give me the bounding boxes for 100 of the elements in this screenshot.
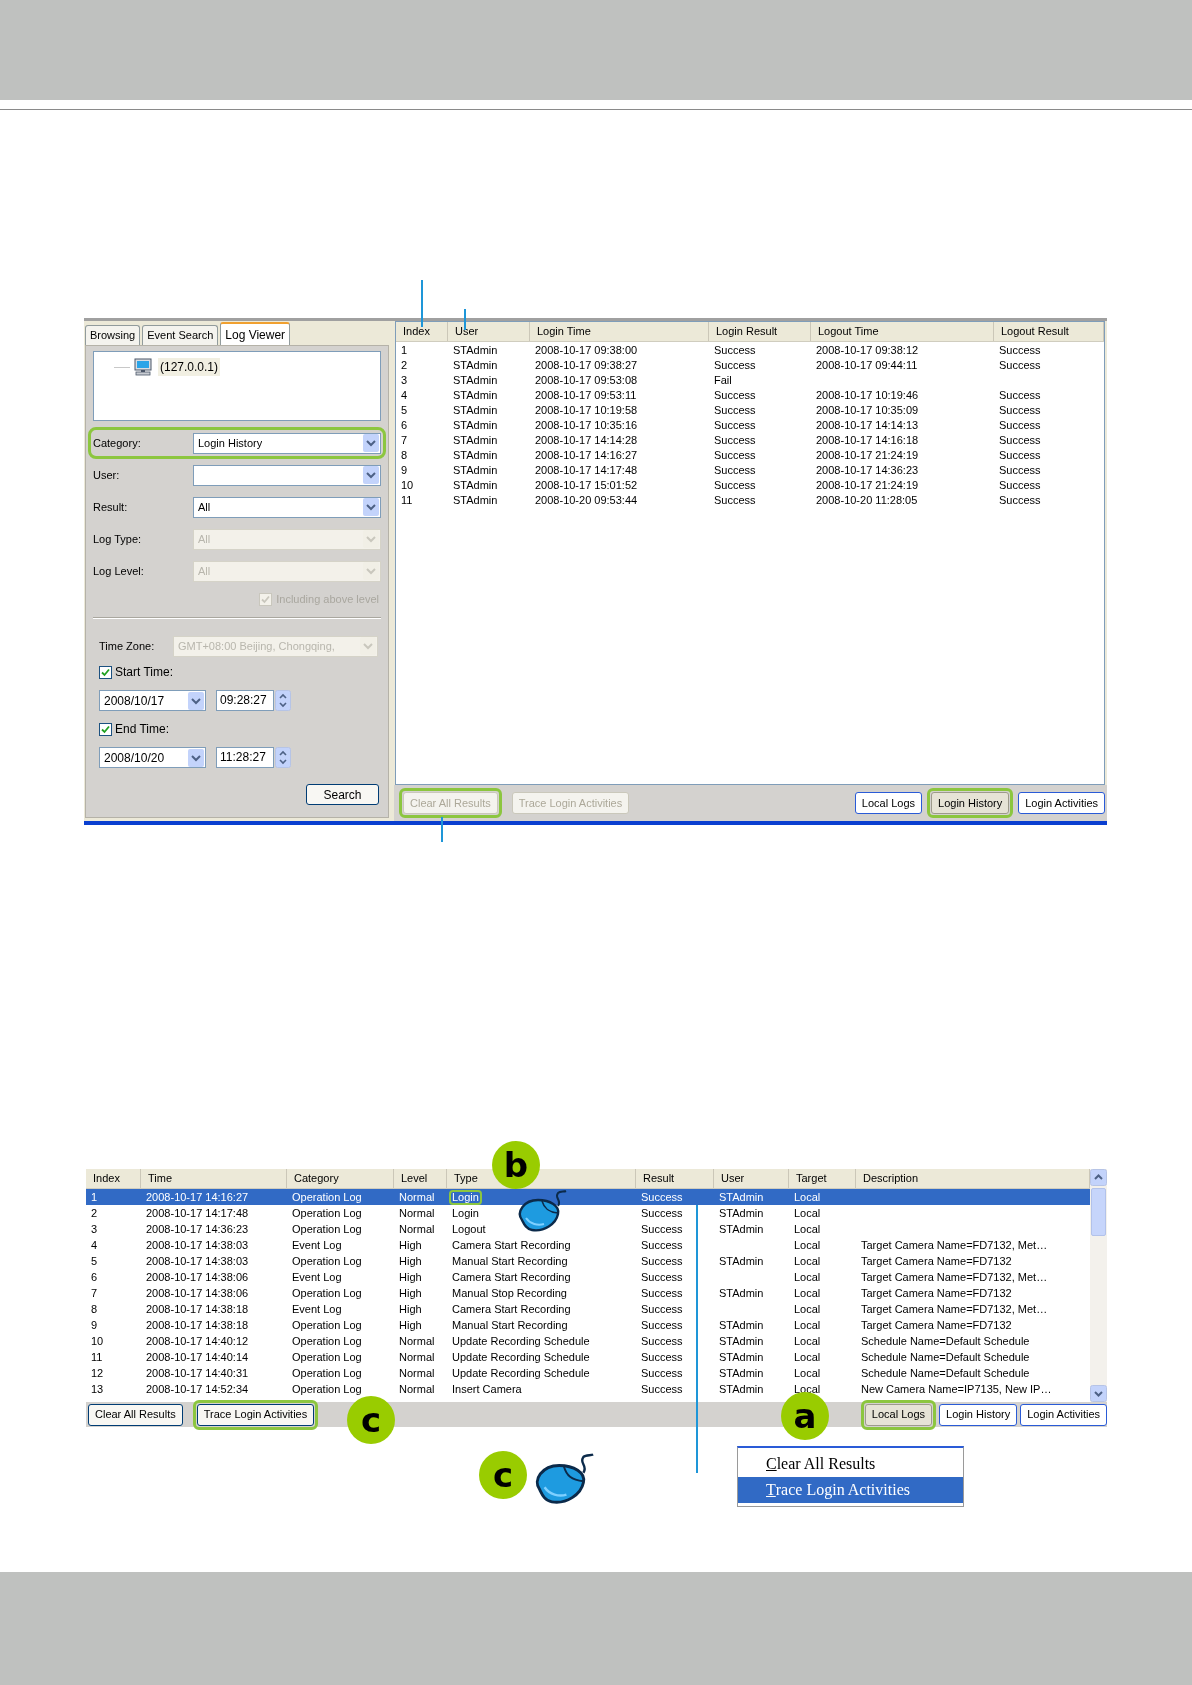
table-cell: Normal xyxy=(399,1335,435,1347)
dropdown[interactable]: 2008/10/20 xyxy=(99,747,206,768)
table-row[interactable]: 12 2008-10-17 14:40:31 Operation Log Normal Update Recording Schedule Success STAdmin Local Schedule Name=Default Schedule xyxy=(86,1365,1090,1381)
dropdown[interactable] xyxy=(193,464,381,486)
table-cell: 2008-10-17 14:16:18 xyxy=(816,433,919,446)
tree-item[interactable]: (127.0.0.1) xyxy=(158,358,221,376)
table-row[interactable]: 5 2008-10-17 14:38:03 Operation Log High Manual Start Recording Success STAdmin Local Target Camera Name=FD7132 xyxy=(86,1253,1090,1269)
table-cell: 5 xyxy=(401,403,408,416)
table-cell: Operation Log xyxy=(292,1335,362,1347)
view-button[interactable]: Local Logs xyxy=(864,1403,933,1426)
table-cell: Success xyxy=(641,1383,683,1395)
view-button[interactable]: Login History xyxy=(939,1403,1018,1426)
column-header[interactable]: Time xyxy=(141,1169,287,1188)
menu-item[interactable]: Trace Login Activities xyxy=(738,1477,963,1503)
table-cell: 3 xyxy=(91,1223,98,1235)
scroll-up-icon xyxy=(1090,1169,1107,1186)
table-cell: Success xyxy=(714,388,756,401)
table-cell: STAdmin xyxy=(453,433,498,446)
table-row[interactable]: 4 2008-10-17 14:38:03 Event Log High Camera Start Recording Success Local Target Camera Name=FD7132, Met… xyxy=(86,1237,1090,1253)
table-cell: 8 xyxy=(91,1303,98,1315)
time-field[interactable]: 09:28:27 xyxy=(216,690,274,711)
table-cell: STAdmin xyxy=(453,478,498,491)
scroll-thumb[interactable] xyxy=(1091,1188,1106,1236)
search-button[interactable]: Search xyxy=(306,784,379,805)
table-cell: High xyxy=(399,1319,422,1331)
table-cell: Success xyxy=(641,1207,683,1219)
table-cell: Manual Stop Recording xyxy=(452,1287,567,1299)
table-cell: 2008-10-17 10:19:46 xyxy=(816,388,919,401)
column-header[interactable]: Logout Time xyxy=(811,322,994,341)
column-header[interactable]: Index xyxy=(86,1169,141,1188)
column-header[interactable]: Category xyxy=(287,1169,394,1188)
dropdown[interactable]: Login History xyxy=(193,432,381,454)
table-cell: 2008-10-17 09:53:08 xyxy=(535,373,638,386)
callout-badge: c xyxy=(347,1396,395,1444)
table-cell: STAdmin xyxy=(453,418,498,431)
table-row[interactable]: 10 2008-10-17 14:40:12 Operation Log Normal Update Recording Schedule Success STAdmin Local Schedule Name=Default Schedule xyxy=(86,1333,1090,1349)
table-row[interactable]: 11 2008-10-17 14:40:14 Operation Log Normal Update Recording Schedule Success STAdmin Local Schedule Name=Default Schedule xyxy=(86,1349,1090,1365)
scroll-down-icon xyxy=(1090,1385,1107,1402)
table-cell: 4 xyxy=(91,1239,98,1251)
table-cell: STAdmin xyxy=(453,343,498,356)
dropdown[interactable]: All xyxy=(193,496,381,518)
tab[interactable]: Browsing xyxy=(85,325,141,345)
table-cell: Camera Start Recording xyxy=(452,1239,571,1251)
dropdown[interactable]: 2008/10/17 xyxy=(99,690,206,711)
table-cell: 2008-10-17 14:38:03 xyxy=(146,1239,249,1251)
table-cell: High xyxy=(399,1271,422,1283)
checkbox[interactable] xyxy=(99,722,112,736)
table-cell: STAdmin xyxy=(719,1207,764,1219)
table-cell: 10 xyxy=(401,478,414,491)
table-cell: Success xyxy=(999,478,1041,491)
checkbox-label: End Time: xyxy=(115,721,170,738)
table-cell: 9 xyxy=(91,1319,98,1331)
column-header[interactable]: Logout Result xyxy=(994,322,1104,341)
tab[interactable]: Event Search xyxy=(142,325,219,345)
table-cell: 2008-10-17 14:38:06 xyxy=(146,1287,249,1299)
action-button[interactable]: Clear All Results xyxy=(88,1403,183,1426)
table-cell: Success xyxy=(714,493,756,506)
table-cell: 2008-10-17 14:38:18 xyxy=(146,1319,249,1331)
table-cell: Normal xyxy=(399,1351,435,1363)
table-cell: STAdmin xyxy=(453,463,498,476)
table-cell: Manual Start Recording xyxy=(452,1319,568,1331)
tab[interactable]: Log Viewer xyxy=(220,322,291,345)
table-cell: Success xyxy=(641,1351,683,1363)
table-cell: 2008-10-17 14:36:23 xyxy=(816,463,919,476)
column-header[interactable]: User xyxy=(714,1169,789,1188)
column-header[interactable]: Result xyxy=(636,1169,714,1188)
table-cell: 2008-10-17 14:40:12 xyxy=(146,1335,249,1347)
table-row[interactable]: 2 2008-10-17 14:17:48 Operation Log Normal Login Success STAdmin Local xyxy=(86,1205,1090,1221)
table-cell: Success xyxy=(641,1191,683,1203)
table-row[interactable]: 1 2008-10-17 14:16:27 Operation Log Normal Login Success STAdmin Local xyxy=(86,1189,1090,1205)
checkbox[interactable] xyxy=(99,665,112,679)
table-cell: 12 xyxy=(91,1367,104,1379)
table-cell: Operation Log xyxy=(292,1287,362,1299)
view-button[interactable]: Login Activities xyxy=(1018,792,1105,814)
table-cell: Local xyxy=(794,1351,821,1363)
column-header[interactable]: Target xyxy=(789,1169,856,1188)
field-label: Log Level: xyxy=(93,563,145,579)
table-row[interactable]: 7 2008-10-17 14:38:06 Operation Log High Manual Stop Recording Success STAdmin Local Target Camera Name=FD7132 xyxy=(86,1285,1090,1301)
table-cell: Success xyxy=(714,403,756,416)
view-button[interactable]: Login History xyxy=(931,792,1010,814)
table-cell: 7 xyxy=(91,1287,98,1299)
table-cell: Success xyxy=(641,1367,683,1379)
table-row[interactable]: 8 2008-10-17 14:38:18 Event Log High Camera Start Recording Success Local Target Camera Name=FD7132, Met… xyxy=(86,1301,1090,1317)
table-cell: 2008-10-17 14:16:27 xyxy=(146,1191,249,1203)
table-row[interactable]: 6 2008-10-17 14:38:06 Event Log High Camera Start Recording Success Local Target Camera Name=FD7132, Met… xyxy=(86,1269,1090,1285)
column-header[interactable]: Login Time xyxy=(530,322,709,341)
table-row[interactable]: 9 2008-10-17 14:38:18 Operation Log High Manual Start Recording Success STAdmin Local Target Camera Name=FD7132 xyxy=(86,1317,1090,1333)
column-header[interactable]: Login Result xyxy=(709,322,811,341)
table-cell: 2 xyxy=(91,1207,98,1219)
view-button[interactable]: Login Activities xyxy=(1020,1403,1107,1426)
table-cell: STAdmin xyxy=(453,403,498,416)
table-cell: Success xyxy=(999,493,1041,506)
action-button[interactable]: Trace Login Activities xyxy=(196,1403,315,1426)
table-cell: Local xyxy=(794,1383,821,1395)
menu-item[interactable]: Clear All Results xyxy=(738,1451,963,1477)
view-button[interactable]: Local Logs xyxy=(854,792,923,814)
table-row[interactable]: 3 2008-10-17 14:36:23 Operation Log Normal Logout Success STAdmin Local xyxy=(86,1221,1090,1237)
time-field[interactable]: 11:28:27 xyxy=(216,747,274,768)
column-header[interactable]: Level xyxy=(394,1169,447,1188)
table-cell: New Camera Name=IP7135, New IP… xyxy=(861,1383,1052,1395)
